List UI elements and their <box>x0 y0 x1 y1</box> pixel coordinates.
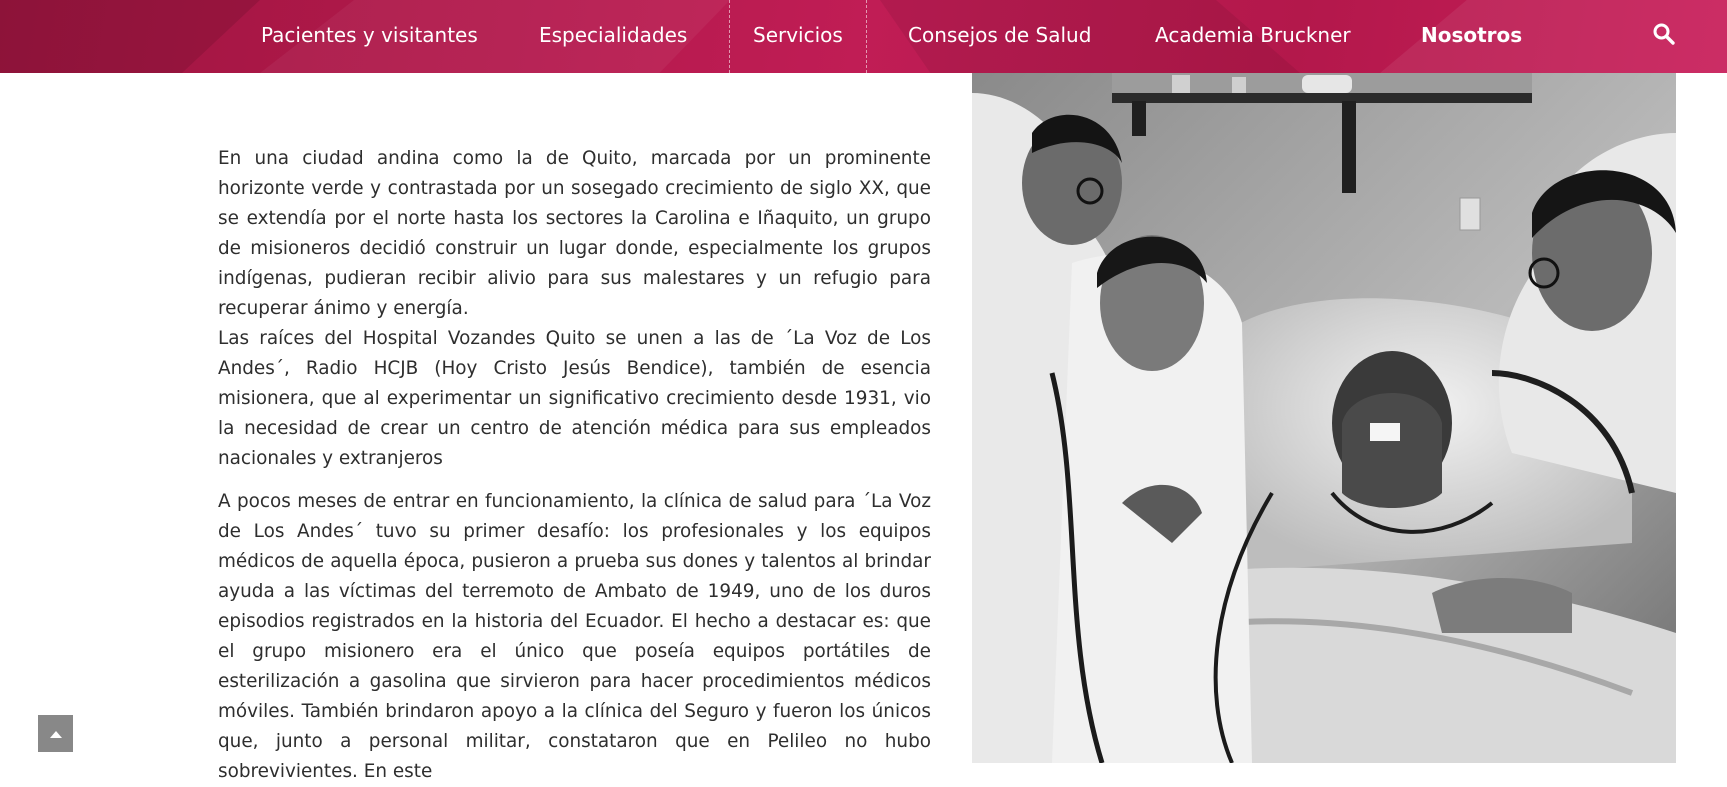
nurses-and-patient-illustration <box>972 73 1676 763</box>
top-navigation-bar: Pacientes y visitantes Especialidades Se… <box>0 0 1727 73</box>
search-button[interactable] <box>1652 22 1676 46</box>
nav-item-pacientes-y-visitantes[interactable]: Pacientes y visitantes <box>261 0 478 73</box>
article-paragraph: En una ciudad andina como la de Quito, m… <box>218 148 931 319</box>
scroll-to-top-button[interactable] <box>38 715 73 752</box>
nav-item-nosotros[interactable]: Nosotros <box>1421 0 1522 73</box>
article-paragraph: A pocos meses de entrar en funcionamient… <box>218 491 931 782</box>
nav-item-especialidades[interactable]: Especialidades <box>539 0 687 73</box>
article-paragraph: Las raíces del Hospital Vozandes Quito s… <box>218 328 931 469</box>
chevron-up-icon <box>49 730 62 738</box>
nav-item-servicios[interactable]: Servicios <box>729 0 867 73</box>
nav-item-academia-bruckner[interactable]: Academia Bruckner <box>1155 0 1351 73</box>
nav-item-consejos-de-salud[interactable]: Consejos de Salud <box>908 0 1091 73</box>
nav-bg-facet <box>0 0 260 73</box>
search-icon <box>1653 23 1675 45</box>
historical-photo <box>972 73 1676 763</box>
